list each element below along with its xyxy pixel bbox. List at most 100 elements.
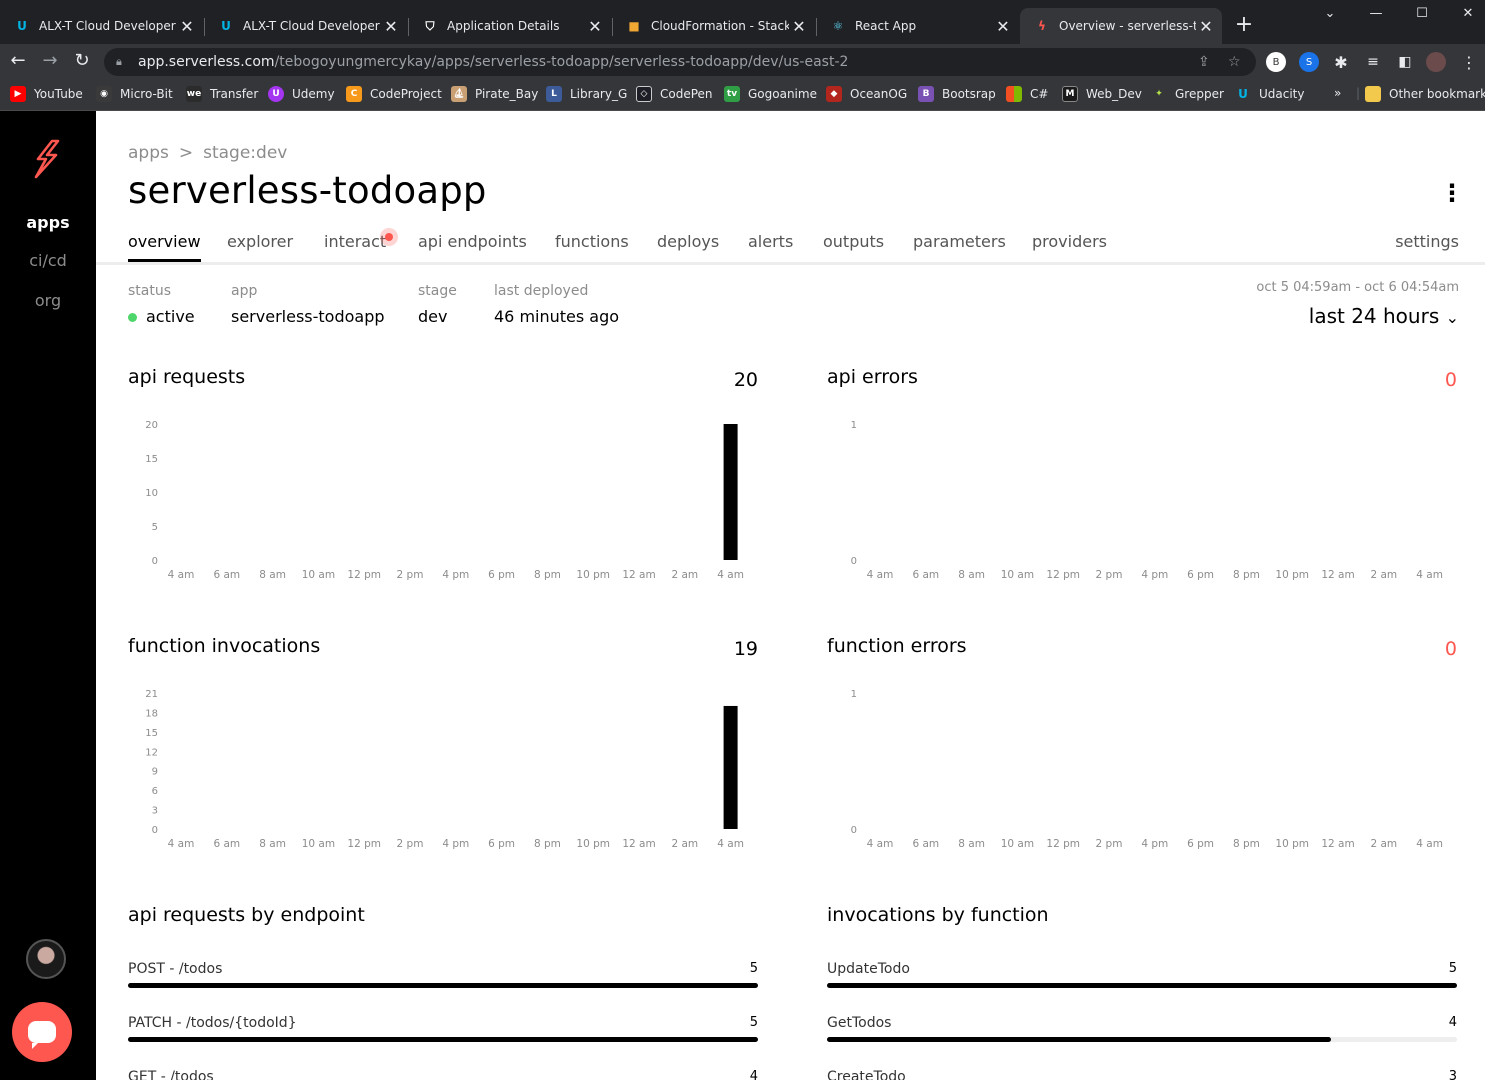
media-queue-icon[interactable]: ≡ [1363,52,1383,72]
close-icon[interactable]: ✕ [789,17,809,36]
browser-tab-1[interactable]: U ALX-T Cloud Developer - U ✕ [204,8,407,44]
sidebar-item-apps[interactable]: apps [0,213,96,232]
list-item[interactable]: CreateTodo 3 [827,1069,1457,1080]
close-icon[interactable]: ✕ [381,17,401,36]
microbit-icon: ◉ [96,86,112,102]
bookmark-udacity[interactable]: U Udacity [1235,86,1305,102]
bookmark-label: Transfer [210,87,259,101]
bookmark-webdev[interactable]: M Web_Dev [1062,86,1142,102]
profile-avatar-icon[interactable] [1426,52,1446,72]
x-tick-label: 10 am [1001,569,1034,581]
x-tick-label: 10 pm [576,569,610,581]
bookmark-csharp[interactable]: C# [1006,86,1048,102]
api-by-endpoint-title: api requests by endpoint [128,904,365,926]
tab-providers[interactable]: providers [1032,232,1107,251]
list-item[interactable]: UpdateTodo 5 [827,961,1457,1001]
close-icon[interactable]: ✕ [1196,17,1216,36]
tab-parameters[interactable]: parameters [913,232,1006,251]
chat-support-button[interactable] [12,1002,72,1062]
bookmark-microbit[interactable]: ◉ Micro-Bit [96,86,173,102]
codeproject-icon: C [346,86,362,102]
bookmark-label: Web_Dev [1086,87,1142,101]
browser-tab-3[interactable]: ■ CloudFormation - Stack ✕ [612,8,815,44]
breadcrumb-stage[interactable]: stage:dev [203,143,287,163]
bookmark-oceanog[interactable]: ◆ OceanOG [826,86,907,102]
close-icon[interactable]: ✕ [993,17,1013,36]
browser-tab-5-active[interactable]: ϟ Overview - serverless-todo ✕ [1020,8,1222,44]
extension-b-icon[interactable]: B [1266,52,1286,72]
browser-menu-icon[interactable]: ⋮ [1459,52,1479,72]
extensions-puzzle-icon[interactable]: ✱ [1331,52,1351,72]
folder-icon [1365,86,1381,102]
other-bookmarks[interactable]: Other bookmarks [1365,86,1485,102]
x-tick-label: 8 am [259,569,286,581]
tab-functions[interactable]: functions [555,232,629,251]
tab-overview[interactable]: overview [128,232,201,262]
list-item[interactable]: GET - /todos 4 [128,1069,758,1080]
bookmark-udemy[interactable]: U Udemy [268,86,335,102]
bookmark-piratebay[interactable]: ⛵︎ Pirate_Bay [451,86,538,102]
new-tab-plus-icon[interactable]: + [1233,12,1255,37]
reload-icon[interactable]: ↻ [70,50,94,71]
tab-explorer[interactable]: explorer [227,232,293,251]
side-panel-icon[interactable]: ◧ [1395,52,1415,72]
bookmark-label: CodePen [660,87,713,101]
user-avatar[interactable] [26,939,66,979]
bookmark-codeproject[interactable]: C CodeProject [346,86,442,102]
bookmark-gogoanime[interactable]: tv Gogoanime [724,86,817,102]
bookmark-library[interactable]: L Library_G [546,86,627,102]
list-item[interactable]: GetTodos 4 [827,1015,1457,1055]
y-tick-label: 0 [851,556,857,567]
y-tick-label: 0 [851,825,857,836]
back-arrow-icon[interactable]: ← [6,50,30,71]
sidebar-item-org[interactable]: org [0,291,96,310]
tab-settings[interactable]: settings [1395,232,1459,251]
more-options-kebab-icon[interactable]: ⋮ [1440,181,1464,205]
tab-api-endpoints[interactable]: api endpoints [418,232,527,251]
x-tick-label: 4 am [1416,838,1443,850]
breadcrumb-apps[interactable]: apps [128,143,169,163]
bookmark-star-icon[interactable]: ☆ [1228,54,1241,70]
x-tick-label: 4 pm [1141,838,1168,850]
x-tick-label: 4 am [168,838,195,850]
maximize-icon[interactable]: ☐ [1412,6,1432,21]
minimize-icon[interactable]: — [1366,6,1386,21]
list-item[interactable]: POST - /todos 5 [128,961,758,1001]
x-tick-label: 12 pm [1046,569,1080,581]
bookmark-youtube[interactable]: ▶ YouTube [10,86,83,102]
close-icon[interactable]: ✕ [585,17,605,36]
browser-tab-2[interactable]: ⛉ Application Details ✕ [408,8,611,44]
chart-bar[interactable] [723,705,738,829]
extension-shazam-icon[interactable]: S [1299,52,1319,72]
sidebar-item-cicd[interactable]: ci/cd [0,251,96,270]
bookmark-grepper[interactable]: ✦ Grepper [1151,86,1224,102]
browser-tab-4[interactable]: ⚛ React App ✕ [816,8,1019,44]
chart-bar[interactable] [723,424,738,560]
serverless-logo-icon[interactable] [30,139,62,179]
forward-arrow-icon[interactable]: → [38,50,62,71]
close-icon[interactable]: ✕ [177,17,197,36]
bookmark-label: YouTube [34,87,83,101]
bookmark-transfer[interactable]: we Transfer [186,86,258,102]
bookmark-bootstrap[interactable]: B Bootsrap [918,86,996,102]
app-tabs: overview explorer interact api endpoints… [128,232,1459,262]
function-bar-track [827,983,1457,988]
tab-alerts[interactable]: alerts [748,232,793,251]
bookmark-codepen[interactable]: ◇ CodePen [636,86,713,102]
address-bar[interactable]: 🔒︎ app.serverless.com/tebogoyungmercykay… [104,48,1256,76]
chevron-down-icon[interactable]: ⌄ [1320,6,1340,21]
list-item[interactable]: PATCH - /todos/{todoId} 5 [128,1015,758,1055]
x-tick-label: 4 am [717,569,744,581]
tab-outputs[interactable]: outputs [823,232,884,251]
x-tick-label: 2 am [1370,569,1397,581]
period-selector[interactable]: last 24 hours ⌄ [1309,304,1459,328]
more-bookmarks-chevron[interactable]: » [1334,86,1341,100]
meta-label-status: status [128,283,172,299]
y-tick-label: 1 [851,689,857,700]
page-title: serverless-todoapp [128,169,487,212]
share-icon[interactable]: ⇪ [1198,54,1210,70]
window-close-icon[interactable]: ✕ [1458,6,1478,21]
tab-interact[interactable]: interact [324,232,386,251]
browser-tab-0[interactable]: U ALX-T Cloud Developer - U ✕ [0,8,203,44]
tab-deploys[interactable]: deploys [657,232,719,251]
